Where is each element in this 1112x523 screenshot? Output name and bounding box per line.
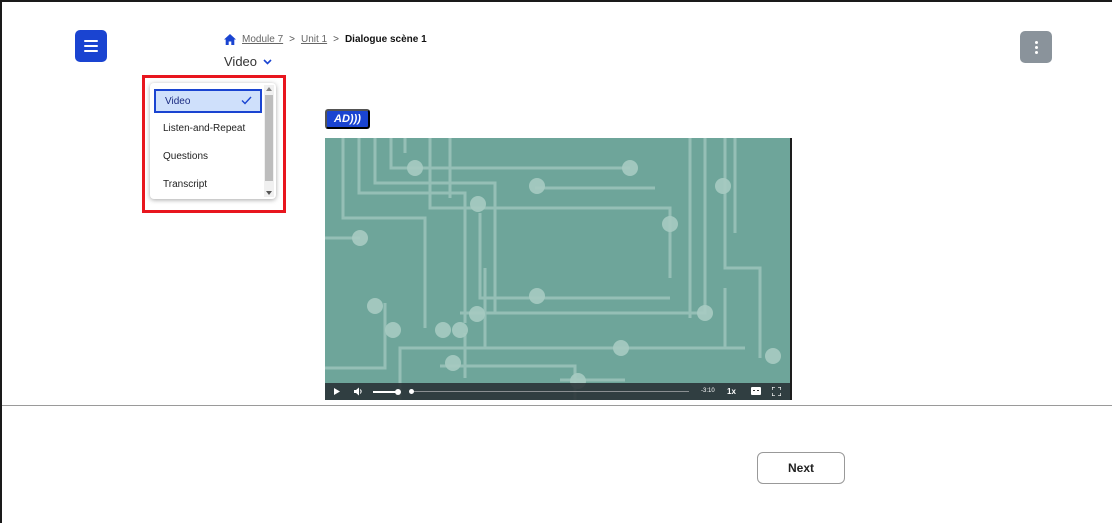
progress-bar[interactable] [411,391,689,392]
progress-handle[interactable] [409,389,414,394]
captions-icon[interactable] [751,387,761,395]
scrollbar-thumb[interactable] [265,95,273,181]
kebab-icon-dot [1034,45,1038,49]
next-button[interactable]: Next [757,452,845,484]
playback-speed-button[interactable]: 1x [727,387,736,396]
play-icon[interactable] [334,388,340,395]
dropdown-scrollbar[interactable] [264,85,274,197]
dropdown-option-label: Transcript [163,178,208,190]
breadcrumb-module-link[interactable]: Module 7 [242,34,283,45]
dropdown-option-listen-and-repeat[interactable]: Listen-and-Repeat [154,116,262,140]
home-icon[interactable] [224,34,236,45]
video-controls-bar: -3:10 1x [325,383,790,400]
dropdown-option-label: Questions [163,150,209,162]
kebab-icon-dot [1034,40,1038,44]
view-select-value: Video [224,54,258,69]
video-frame-circuit-graphic [325,138,781,400]
checkmark-icon [241,96,252,105]
scroll-down-arrow-icon[interactable] [266,191,272,195]
breadcrumb-unit-link[interactable]: Unit 1 [301,34,327,45]
chevron-down-icon [263,58,272,65]
breadcrumb-separator: > [289,34,295,45]
breadcrumb-separator: > [333,34,339,45]
fullscreen-icon[interactable] [772,387,781,396]
menu-icon-line [84,50,98,52]
scroll-up-arrow-icon[interactable] [266,87,272,91]
dropdown-option-questions[interactable]: Questions [154,144,262,168]
menu-icon-line [84,45,98,47]
dropdown-option-label: Listen-and-Repeat [163,122,246,134]
time-remaining: -3:10 [701,388,715,394]
view-select[interactable]: Video [224,54,272,69]
menu-icon-line [84,40,98,42]
kebab-icon-dot [1034,50,1038,54]
section-divider [2,405,1112,406]
dropdown-option-transcript[interactable]: Transcript [154,172,262,196]
video-player[interactable]: -3:10 1x [325,138,792,400]
breadcrumb-current: Dialogue scène 1 [344,34,427,45]
audio-description-button[interactable]: AD))) [325,109,370,129]
volume-icon[interactable] [354,387,363,396]
more-options-button[interactable] [1020,31,1052,63]
dropdown-option-label: Video [165,95,191,107]
volume-slider-handle[interactable] [395,389,401,395]
hamburger-menu-button[interactable] [75,30,107,62]
dropdown-option-video[interactable]: Video [154,89,262,113]
view-dropdown-list: Video Listen-and-Repeat Questions Transc… [150,83,276,199]
breadcrumb: Module 7 > Unit 1 > Dialogue scène 1 [224,34,427,45]
